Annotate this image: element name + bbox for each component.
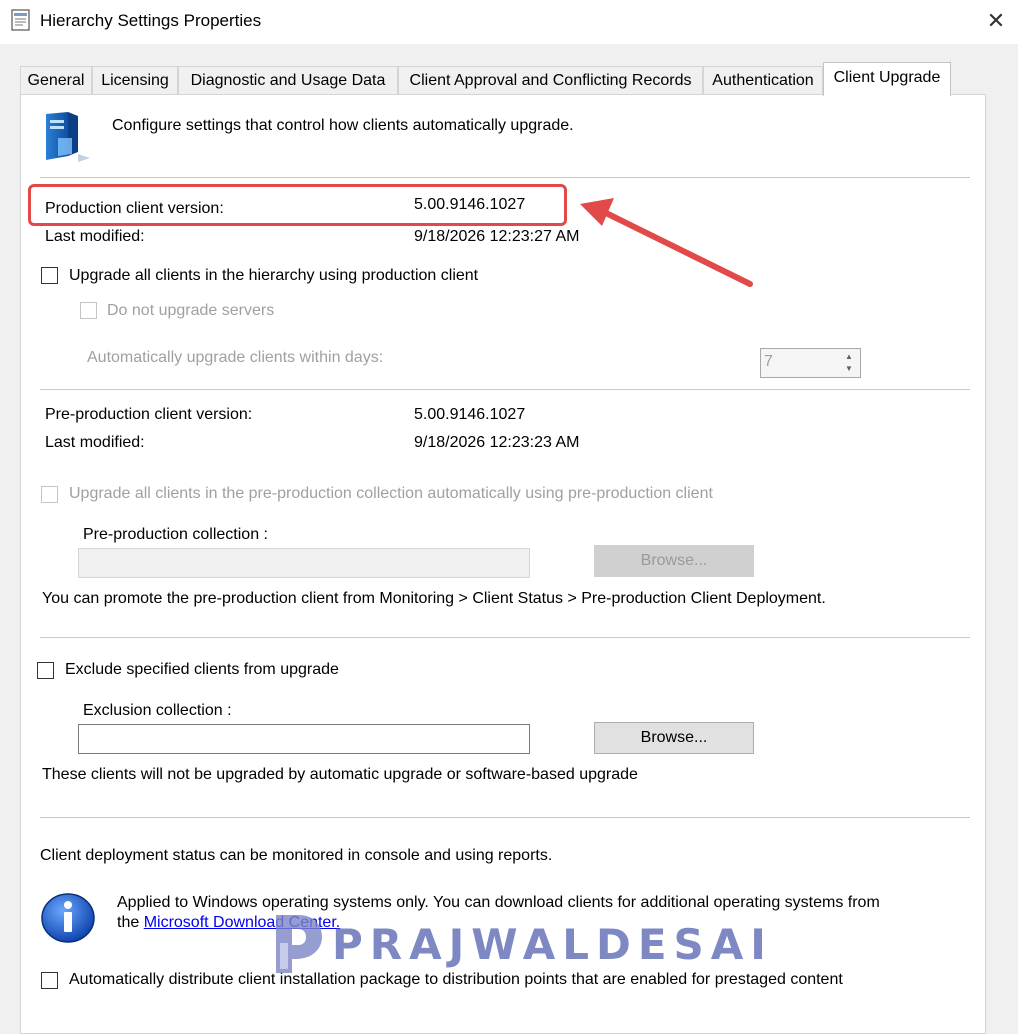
upgrade-days-value: 7 bbox=[764, 353, 773, 370]
tab-client-approval[interactable]: Client Approval and Conflicting Records bbox=[398, 66, 703, 94]
exclusion-browse-button[interactable]: Browse... bbox=[594, 722, 754, 754]
client-computer-icon bbox=[46, 112, 90, 162]
divider bbox=[40, 389, 970, 391]
exclusion-note: These clients will not be upgraded by au… bbox=[42, 766, 638, 783]
divider bbox=[40, 817, 970, 819]
tab-general[interactable]: General bbox=[20, 66, 92, 94]
upgrade-days-label: Automatically upgrade clients within day… bbox=[87, 349, 384, 366]
production-modified-label: Last modified: bbox=[45, 228, 145, 245]
preproduction-modified-value: 9/18/2026 12:23:23 AM bbox=[414, 434, 580, 451]
tab-client-upgrade[interactable]: Client Upgrade bbox=[823, 62, 951, 96]
info-icon bbox=[41, 893, 95, 943]
production-modified-value: 9/18/2026 12:23:27 AM bbox=[414, 228, 580, 245]
exclusion-collection-label: Exclusion collection : bbox=[83, 702, 232, 719]
tab-authentication[interactable]: Authentication bbox=[703, 66, 823, 94]
deployment-status-note: Client deployment status can be monitore… bbox=[40, 847, 553, 864]
exclude-clients-label: Exclude specified clients from upgrade bbox=[65, 661, 339, 678]
preproduction-version-value: 5.00.9146.1027 bbox=[414, 406, 526, 423]
page-description: Configure settings that control how clie… bbox=[112, 117, 574, 134]
red-arrow-annotation bbox=[580, 198, 753, 287]
close-icon: ✕ bbox=[986, 8, 1006, 33]
spinner-down-icon[interactable]: ▼ bbox=[840, 363, 858, 375]
tab-licensing[interactable]: Licensing bbox=[92, 66, 178, 94]
title-bar: Hierarchy Settings Properties ✕ bbox=[0, 0, 1018, 44]
watermark-logo-icon bbox=[276, 915, 322, 973]
do-not-upgrade-servers-checkbox[interactable] bbox=[80, 302, 97, 319]
highlight-box bbox=[28, 184, 567, 226]
spinner-up-icon[interactable]: ▲ bbox=[840, 351, 858, 363]
preproduction-promote-note: You can promote the pre-production clien… bbox=[42, 590, 826, 607]
distribute-package-checkbox[interactable] bbox=[41, 972, 58, 989]
tab-diagnostic-usage-data[interactable]: Diagnostic and Usage Data bbox=[178, 66, 398, 94]
watermark: PRAJWALDESAI bbox=[272, 912, 773, 976]
preproduction-modified-label: Last modified: bbox=[45, 434, 145, 451]
preproduction-collection-label: Pre-production collection : bbox=[83, 526, 268, 543]
window-title: Hierarchy Settings Properties bbox=[40, 11, 262, 30]
info-line-1: Applied to Windows operating systems onl… bbox=[117, 894, 880, 911]
close-button[interactable]: ✕ bbox=[978, 4, 1014, 38]
exclude-clients-checkbox[interactable] bbox=[37, 662, 54, 679]
preproduction-upgrade-checkbox[interactable] bbox=[41, 486, 58, 503]
upgrade-days-spinner[interactable]: 7 ▲ ▼ bbox=[760, 348, 861, 378]
watermark-text: PRAJWALDESAI bbox=[332, 919, 773, 969]
do-not-upgrade-servers-label: Do not upgrade servers bbox=[107, 302, 275, 319]
preproduction-collection-input[interactable] bbox=[78, 548, 530, 578]
upgrade-all-clients-label: Upgrade all clients in the hierarchy usi… bbox=[69, 267, 479, 284]
preproduction-version-label: Pre-production client version: bbox=[45, 406, 253, 423]
upgrade-all-clients-checkbox[interactable] bbox=[41, 267, 58, 284]
properties-icon bbox=[11, 9, 30, 31]
preproduction-browse-button[interactable]: Browse... bbox=[594, 545, 754, 577]
preproduction-upgrade-label: Upgrade all clients in the pre-productio… bbox=[69, 485, 713, 502]
exclusion-collection-input[interactable] bbox=[78, 724, 530, 754]
divider bbox=[40, 637, 970, 639]
divider bbox=[40, 177, 970, 179]
